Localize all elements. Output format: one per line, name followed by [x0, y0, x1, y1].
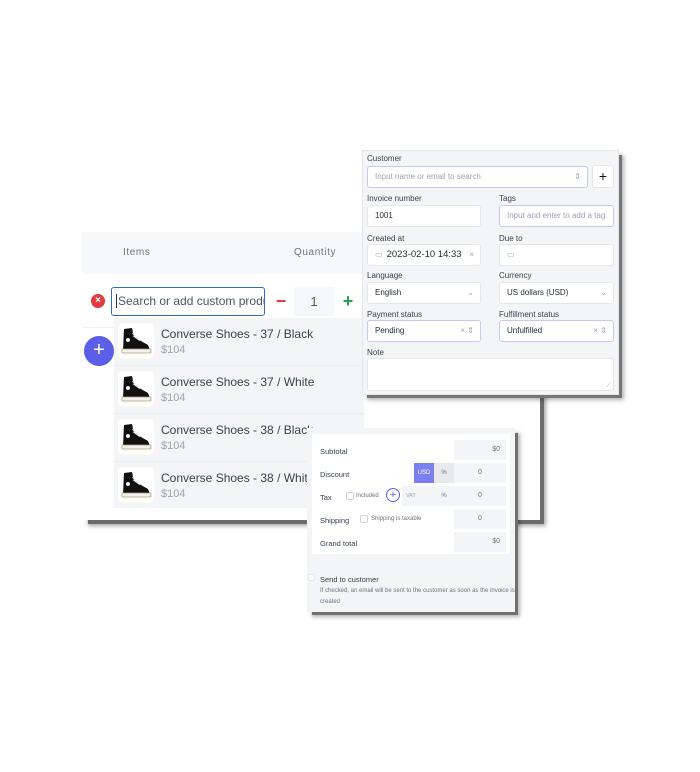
shoe-thumbnail	[118, 323, 154, 359]
quantity-decrease-button[interactable]: −	[268, 287, 294, 316]
shipping-input[interactable]: 0	[454, 509, 506, 529]
tags-label: Tags	[499, 194, 516, 203]
customer-search-placeholder: Input name or email to search	[375, 172, 481, 181]
quantity-increase-button[interactable]: +	[335, 287, 361, 316]
customer-label: Customer	[367, 154, 402, 163]
tags-placeholder: Input and enter to add a tag	[507, 211, 606, 220]
tax-name-input[interactable]: VAT	[402, 486, 434, 506]
language-value: English	[375, 288, 402, 297]
product-name: Converse Shoes - 37 / Black	[161, 327, 314, 341]
product-option[interactable]: Converse Shoes - 37 / Black $104	[114, 318, 364, 366]
sneaker-icon	[121, 424, 152, 450]
add-tax-icon[interactable]: +	[386, 488, 400, 502]
totals-panel: Subtotal $0 Discount USD % 0 Tax Include…	[307, 428, 515, 612]
product-price: $104	[161, 392, 186, 404]
send-to-customer-description: If checked, an email will be sent to the…	[320, 588, 515, 605]
quantity-column-header: Quantity	[294, 247, 337, 258]
note-label: Note	[367, 348, 384, 357]
product-price: $104	[161, 344, 186, 356]
shipping-row: Shipping Shipping is taxable 0	[316, 509, 506, 531]
currency-select[interactable]: US dollars (USD) ⌄	[499, 282, 614, 304]
items-column-header: Items	[123, 247, 151, 258]
note-textarea[interactable]: ⟋	[367, 358, 614, 391]
clear-and-updown-icon: × ⇕	[593, 326, 607, 335]
customer-search-select[interactable]: Input name or email to search ⇕	[367, 166, 588, 188]
product-option[interactable]: Converse Shoes - 37 / White $104	[114, 366, 364, 414]
payment-status-value: Pending	[375, 326, 405, 335]
shoe-thumbnail	[118, 419, 154, 455]
invoice-details-panel: Customer Input name or email to search ⇕…	[362, 150, 619, 395]
product-name: Converse Shoes - 38 / Black	[161, 423, 314, 437]
product-search-placeholder: Search or add custom product	[118, 294, 265, 308]
tax-rate-input[interactable]: 0	[454, 486, 506, 506]
language-select[interactable]: English ⌄	[367, 282, 481, 304]
send-to-customer-label: Send to customer	[320, 575, 379, 584]
fulfillment-status-value: Unfulfilled	[507, 326, 543, 335]
discount-row: Discount USD % 0	[316, 463, 506, 485]
discount-label: Discount	[320, 470, 350, 479]
grand-total-row: Grand total $0	[316, 532, 506, 554]
shipping-taxable-label: Shipping is taxable	[371, 516, 422, 522]
shipping-label: Shipping	[320, 516, 350, 525]
subtotal-value: $0	[454, 440, 506, 460]
shoe-thumbnail	[118, 371, 154, 407]
updown-chevron-icon: ⇕	[574, 172, 581, 181]
tax-included-checkbox[interactable]	[346, 492, 354, 500]
due-to-label: Due to	[499, 234, 523, 243]
sneaker-icon	[121, 328, 152, 354]
tax-included-label: Included	[356, 493, 379, 499]
created-at-label: Created at	[367, 234, 405, 243]
calendar-icon: ▭	[507, 250, 515, 259]
clear-icon[interactable]: ×	[469, 245, 474, 265]
add-customer-button[interactable]: +	[592, 165, 614, 188]
product-name: Converse Shoes - 37 / White	[161, 375, 315, 389]
sneaker-icon	[121, 376, 152, 402]
product-price: $104	[161, 488, 186, 500]
shipping-taxable-checkbox[interactable]	[360, 515, 368, 523]
product-search-input[interactable]: Search or add custom product	[111, 287, 265, 316]
currency-label: Currency	[499, 271, 532, 280]
discount-input[interactable]: 0	[454, 463, 506, 483]
due-to-datepicker[interactable]: ▭	[499, 244, 614, 266]
remove-line-icon[interactable]: ×	[91, 294, 105, 308]
product-name: Converse Shoes - 38 / White	[161, 471, 315, 485]
product-price: $104	[161, 440, 186, 452]
language-label: Language	[367, 271, 403, 280]
discount-percent-toggle[interactable]: %	[434, 463, 454, 483]
payment-status-label: Payment status	[367, 310, 423, 319]
tax-percent-unit: %	[434, 486, 454, 506]
quantity-input[interactable]: 1	[294, 287, 334, 316]
chevron-down-icon: ⌄	[600, 288, 607, 297]
tags-input[interactable]: Input and enter to add a tag	[499, 205, 614, 227]
chevron-down-icon: ⌄	[467, 288, 474, 297]
discount-usd-toggle[interactable]: USD	[414, 463, 434, 483]
sneaker-icon	[121, 472, 152, 498]
grand-total-value: $0	[454, 532, 506, 552]
created-at-datepicker[interactable]: ▭ 2023-02-10 14:33 ×	[367, 244, 481, 266]
grand-total-label: Grand total	[320, 539, 358, 548]
payment-status-select[interactable]: Pending × ⇕	[367, 320, 481, 342]
invoice-number-input[interactable]: 1001	[367, 205, 481, 227]
fulfillment-status-select[interactable]: Unfulfilled × ⇕	[499, 320, 614, 342]
calendar-icon: ▭	[375, 250, 383, 259]
subtotal-row: Subtotal $0	[316, 440, 506, 462]
resize-handle-icon[interactable]: ⟋	[606, 382, 611, 390]
send-to-customer-checkbox[interactable]	[308, 574, 315, 581]
tax-row: Tax Included + VAT % 0	[316, 486, 506, 508]
currency-value: US dollars (USD)	[507, 288, 569, 297]
subtotal-label: Subtotal	[320, 447, 348, 456]
tax-label: Tax	[320, 493, 332, 502]
shoe-thumbnail	[118, 467, 154, 503]
clear-and-updown-icon: × ⇕	[460, 326, 474, 335]
invoice-number-label: Invoice number	[367, 194, 422, 203]
created-at-value: 2023-02-10 14:33	[386, 249, 462, 260]
fulfillment-status-label: Fulfillment status	[499, 310, 560, 319]
totals-card: Subtotal $0 Discount USD % 0 Tax Include…	[312, 434, 510, 554]
add-line-item-button[interactable]: +	[84, 336, 114, 366]
